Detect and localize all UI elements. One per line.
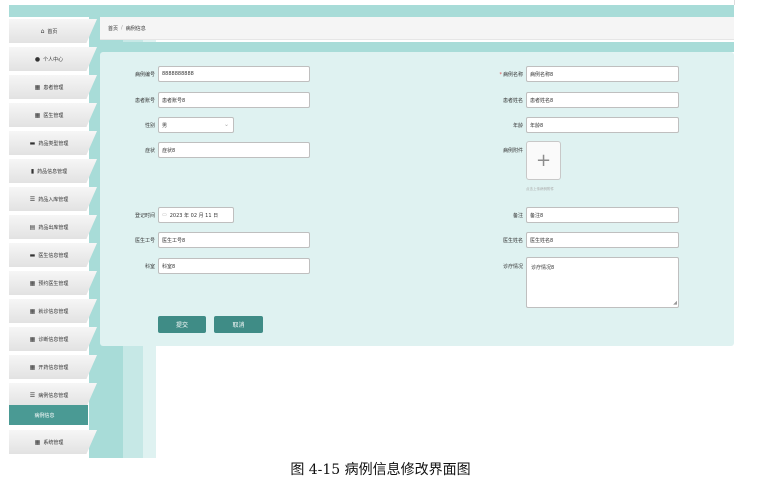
treatment-value: 诊疗情况8	[531, 265, 555, 271]
sidebar-item-label: 医生管理	[43, 112, 64, 119]
remark-input[interactable]: 备注8	[526, 207, 679, 223]
sidebar-item-label: 开药信息管理	[38, 364, 69, 371]
sidebar-item[interactable]: ▬ 药品类型管理	[9, 131, 97, 155]
sidebar-item-label: 诊断信息管理	[38, 336, 69, 343]
grid-icon: ▦	[29, 335, 36, 343]
message-icon: ▬	[29, 251, 36, 259]
grid-icon: ▦	[29, 279, 36, 287]
sidebar-item[interactable]: ▤ 药品出库管理	[9, 215, 97, 239]
breadcrumb: 首页 / 病例信息	[100, 17, 734, 40]
symptom-label: 症状	[144, 148, 155, 154]
plus-icon: +	[535, 150, 552, 171]
doctor-no-label: 医生工号	[134, 238, 155, 244]
sidebar-item[interactable]: 病例信息	[9, 405, 88, 425]
gender-label: 性别	[144, 123, 155, 129]
register-time-label: 登记时间	[134, 213, 155, 219]
breadcrumb-home[interactable]: 首页	[108, 25, 118, 32]
department-label: 科室	[144, 264, 155, 270]
sidebar-item[interactable]: ▬ 医生信息管理	[9, 243, 97, 267]
upload-tip: 点击上传病例附件	[526, 187, 554, 191]
breadcrumb-current: 病例信息	[125, 25, 146, 32]
submit-button[interactable]: 提交	[158, 316, 206, 333]
menu-icon: ☰	[29, 391, 36, 399]
doctor-name-input[interactable]: 医生姓名8	[526, 232, 679, 248]
age-label: 年龄	[512, 123, 523, 129]
grid-icon: ▦	[29, 307, 36, 315]
sidebar-item[interactable]: ☰ 病例信息管理	[9, 383, 97, 407]
header-band	[100, 42, 734, 52]
sidebar-item[interactable]: ☰ 药品入库管理	[9, 187, 97, 211]
sidebar-item[interactable]: ▦ 诊断信息管理	[9, 327, 97, 351]
case-no-input[interactable]: 8888888888	[158, 66, 310, 82]
breadcrumb-separator: /	[121, 25, 123, 31]
sidebar-item-label: 病例信息管理	[38, 392, 69, 399]
trash-icon: ▮	[30, 167, 35, 175]
case-name-label: *病例名称	[463, 71, 523, 78]
case-no-label: 病例编号	[134, 72, 155, 78]
resize-handle-icon[interactable]: ◢	[673, 300, 677, 306]
sidebar-item-label: 药品入库管理	[38, 196, 69, 203]
sidebar-item-label: 医生信息管理	[38, 252, 69, 259]
sidebar-item[interactable]: ▦ 预约医生管理	[9, 271, 97, 295]
register-time-picker[interactable]: ▭ 2023 年 02 月 11 日	[158, 207, 234, 223]
user-icon: ●	[34, 55, 41, 63]
sidebar-item-label: 药品信息管理	[37, 168, 68, 175]
doctor-no-input[interactable]: 医生工号8	[158, 232, 310, 248]
department-input[interactable]: 科室8	[158, 258, 310, 274]
sidebar-item-label: 病例信息	[34, 412, 55, 419]
grid-icon: ▦	[34, 438, 41, 446]
sidebar-item[interactable]: ▮ 药品信息管理	[9, 159, 97, 183]
gender-value: 男	[162, 122, 168, 129]
age-input[interactable]: 年龄8	[526, 117, 679, 133]
list-icon: ☰	[29, 195, 36, 203]
patient-account-input[interactable]: 患者账号8	[158, 92, 310, 108]
grid-icon: ▦	[34, 111, 41, 119]
sidebar-item-label: 药品类型管理	[38, 140, 69, 147]
figure-caption: 图 4-15 病例信息修改界面图	[290, 462, 471, 478]
divider	[734, 0, 735, 5]
sidebar-item-label: 个人中心	[43, 56, 64, 63]
remark-label: 备注	[512, 213, 523, 219]
sidebar-item[interactable]: ▦ 系统管理	[9, 430, 97, 454]
document-icon: ▤	[29, 223, 36, 231]
sidebar-item[interactable]: ▦ 医生管理	[9, 103, 97, 127]
briefcase-icon: ▬	[29, 139, 36, 147]
treatment-label: 诊疗情况	[502, 264, 523, 270]
gender-select[interactable]: 男 ⌄	[158, 117, 234, 133]
sidebar-item-label: 药品出库管理	[38, 224, 69, 231]
grid-icon: ▦	[34, 83, 41, 91]
patient-account-label: 患者账号	[134, 98, 155, 104]
case-name-label-text: 病例名称	[502, 72, 523, 78]
symptom-input[interactable]: 症状8	[158, 142, 310, 158]
sidebar-item-label: 系统管理	[43, 439, 64, 446]
sidebar-item-label: 首页	[47, 28, 58, 35]
doctor-name-label: 医生姓名	[502, 238, 523, 244]
case-name-input[interactable]: 病例名称8	[526, 66, 679, 82]
sidebar-item[interactable]: ● 个人中心	[9, 47, 97, 71]
sidebar-item-label: 患者管理	[43, 84, 64, 91]
home-icon: ⌂	[40, 27, 45, 35]
sidebar-item-label: 就诊信息管理	[38, 308, 69, 315]
cancel-button[interactable]: 取消	[214, 316, 263, 333]
sidebar-item[interactable]: ▦ 开药信息管理	[9, 355, 97, 379]
required-mark: *	[499, 72, 502, 78]
attachment-upload[interactable]: +	[526, 141, 561, 180]
register-time-value: 2023 年 02 月 11 日	[169, 212, 219, 219]
treatment-textarea[interactable]: 诊疗情况8 ◢	[526, 257, 679, 308]
sidebar-item[interactable]: ▦ 就诊信息管理	[9, 299, 97, 323]
sidebar-item-label: 预约医生管理	[38, 280, 69, 287]
attachment-label: 病例附件	[502, 148, 523, 154]
top-bar	[9, 5, 734, 17]
patient-name-input[interactable]: 患者姓名8	[526, 92, 679, 108]
calendar-icon: ▭	[162, 212, 167, 218]
grid-icon: ▦	[29, 363, 36, 371]
patient-name-label: 患者姓名	[502, 98, 523, 104]
sidebar-item[interactable]: ▦ 患者管理	[9, 75, 97, 99]
sidebar-item[interactable]: ⌂ 首页	[9, 19, 97, 43]
chevron-down-icon: ⌄	[223, 121, 229, 128]
